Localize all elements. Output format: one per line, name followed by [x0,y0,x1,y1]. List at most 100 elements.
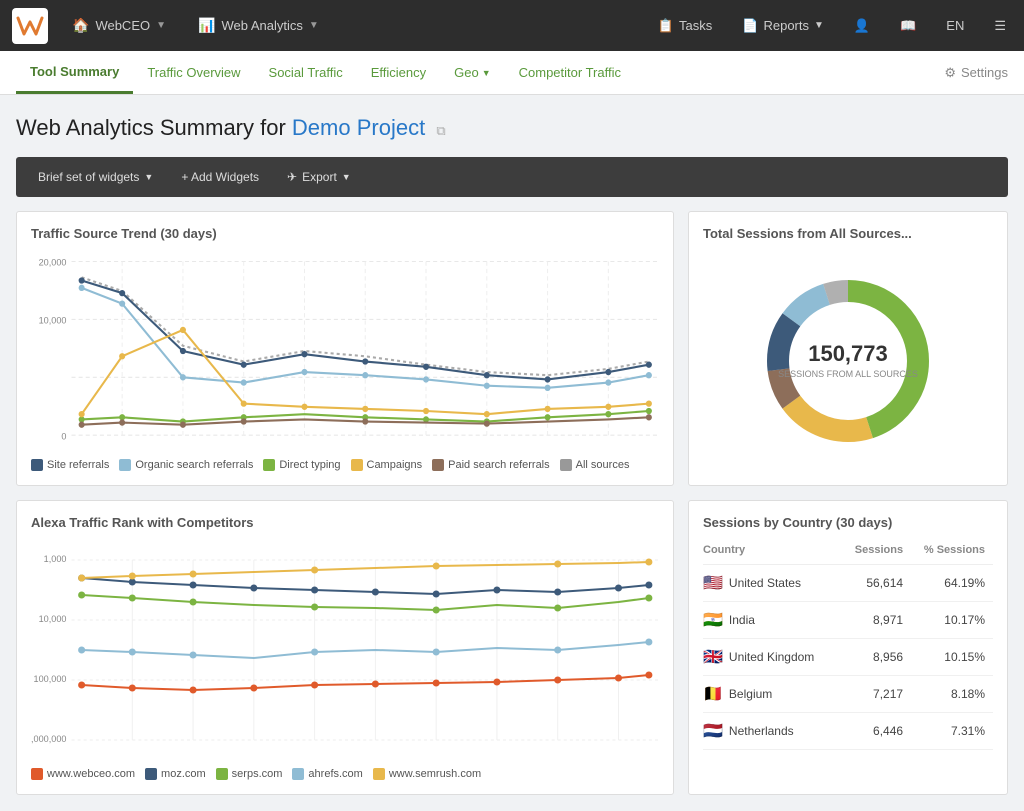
reports-button[interactable]: 📄 Reports ▼ [736,14,830,38]
sessions-table-body: 🇺🇸 United States 56,614 64.19% 🇮🇳 India … [703,565,993,750]
country-name: United States [729,576,801,590]
legend-paid: Paid search referrals [432,459,550,471]
top-navbar: 🏠 WebCEO ▼ 📊 Web Analytics ▼ 📋 Tasks 📄 R… [0,0,1024,51]
country-name: Netherlands [729,724,794,738]
legend-dot [31,459,43,471]
percent-cell: 64.19% [911,565,993,602]
page-title: Web Analytics Summary for Demo Project ⧉ [16,115,1008,141]
legend-organic: Organic search referrals [119,459,253,471]
tab-social-traffic[interactable]: Social Traffic [255,53,357,92]
legend-dot [560,459,572,471]
legend-campaigns: Campaigns [351,459,423,471]
legend-dot [432,459,444,471]
legend-serps: serps.com [216,768,283,780]
legend-all-sources: All sources [560,459,630,471]
tab-bar: Tool Summary Traffic Overview Social Tra… [0,51,1024,95]
web-analytics-menu[interactable]: 📊 Web Analytics ▼ [190,13,327,38]
legend-semrush: www.semrush.com [373,768,481,780]
sessions-country-title: Sessions by Country (30 days) [703,515,993,530]
user-icon: 👤 [854,18,870,34]
country-flag-icon: 🇳🇱 [703,721,723,741]
hamburger-menu[interactable]: ☰ [988,14,1012,38]
sessions-cell: 7,217 [844,676,911,713]
alexa-legend: www.webceo.com moz.com serps.com ahrefs.… [31,768,659,780]
svg-text:1,000: 1,000 [44,554,67,564]
table-row: 🇬🇧 United Kingdom 8,956 10.15% [703,639,993,676]
legend-dot [216,768,228,780]
settings-link[interactable]: ⚙ Settings [944,65,1008,81]
sessions-cell: 8,956 [844,639,911,676]
percent-cell: 10.17% [911,602,993,639]
legend-dot [351,459,363,471]
table-row: 🇮🇳 India 8,971 10.17% [703,602,993,639]
webceo-menu[interactable]: 🏠 WebCEO ▼ [64,13,174,38]
geo-caret: ▼ [482,68,491,78]
donut-center: 150,773 SESSIONS FROM ALL SOURCES [778,341,918,381]
legend-moz: moz.com [145,768,206,780]
legend-dot [145,768,157,780]
copy-icon[interactable]: ⧉ [436,123,445,138]
tab-geo[interactable]: Geo ▼ [440,53,505,92]
traffic-trend-title: Traffic Source Trend (30 days) [31,226,659,241]
percent-cell: 8.18% [911,676,993,713]
alexa-chart: 1,000 10,000 100,000 1,000,000 [31,540,659,760]
svg-text:0: 0 [61,431,66,441]
country-name: United Kingdom [729,650,814,664]
percent-cell: 7.31% [911,713,993,750]
svg-text:10,000: 10,000 [39,614,67,624]
help-button[interactable]: 📖 [894,14,922,38]
widgets-dropdown[interactable]: Brief set of widgets ▼ [28,165,163,189]
svg-text:1,000,000: 1,000,000 [31,734,66,744]
sessions-country-card: Sessions by Country (30 days) Country Se… [688,500,1008,795]
tab-tool-summary[interactable]: Tool Summary [16,52,133,94]
export-button[interactable]: ✈ Export ▼ [277,165,361,189]
alexa-rank-card: Alexa Traffic Rank with Competitors 1,00… [16,500,674,795]
total-sessions-card: Total Sessions from All Sources... [688,211,1008,486]
country-cell: 🇬🇧 United Kingdom [703,639,844,676]
legend-site-referrals: Site referrals [31,459,109,471]
country-flag-icon: 🇺🇸 [703,573,723,593]
logo[interactable] [12,8,48,44]
legend-dot [373,768,385,780]
svg-text:20,000: 20,000 [39,258,67,268]
tab-competitor-traffic[interactable]: Competitor Traffic [505,53,635,92]
country-cell: 🇧🇪 Belgium [703,676,844,713]
tab-efficiency[interactable]: Efficiency [357,53,440,92]
bottom-row: Alexa Traffic Rank with Competitors 1,00… [16,500,1008,795]
percent-cell: 10.15% [911,639,993,676]
legend-dot [119,459,131,471]
legend-webceo: www.webceo.com [31,768,135,780]
traffic-trend-chart: 20,000 10,000 0 [31,251,659,451]
toolbar: Brief set of widgets ▼ + Add Widgets ✈ E… [16,157,1008,197]
traffic-legend: Site referrals Organic search referrals … [31,459,659,471]
reports-icon: 📄 [742,18,758,34]
legend-dot [292,768,304,780]
export-caret: ▼ [342,172,351,182]
tasks-button[interactable]: 📋 Tasks [652,14,718,38]
help-icon: 📖 [900,18,916,34]
country-name: India [729,613,755,627]
alexa-rank-title: Alexa Traffic Rank with Competitors [31,515,659,530]
traffic-trend-card: Traffic Source Trend (30 days) [16,211,674,486]
page-content: Web Analytics Summary for Demo Project ⧉… [0,95,1024,811]
sessions-cell: 6,446 [844,713,911,750]
sessions-table-header: Country Sessions % Sessions [703,540,993,565]
project-link[interactable]: Demo Project [292,115,425,140]
nav-right: 📋 Tasks 📄 Reports ▼ 👤 📖 EN ☰ [652,14,1012,38]
table-row: 🇺🇸 United States 56,614 64.19% [703,565,993,602]
language-selector[interactable]: EN [940,14,970,37]
legend-direct: Direct typing [263,459,340,471]
user-button[interactable]: 👤 [848,14,876,38]
tasks-icon: 📋 [658,18,674,34]
legend-dot [263,459,275,471]
tab-traffic-overview[interactable]: Traffic Overview [133,53,254,92]
settings-icon: ⚙ [944,65,956,81]
top-row: Traffic Source Trend (30 days) [16,211,1008,486]
webceo-caret: ▼ [156,20,166,31]
total-sessions-title: Total Sessions from All Sources... [703,226,993,241]
country-cell: 🇮🇳 India [703,602,844,639]
webceo-icon: 🏠 [72,17,89,34]
add-widgets-button[interactable]: + Add Widgets [171,165,269,189]
country-cell: 🇳🇱 Netherlands [703,713,844,750]
country-flag-icon: 🇬🇧 [703,647,723,667]
